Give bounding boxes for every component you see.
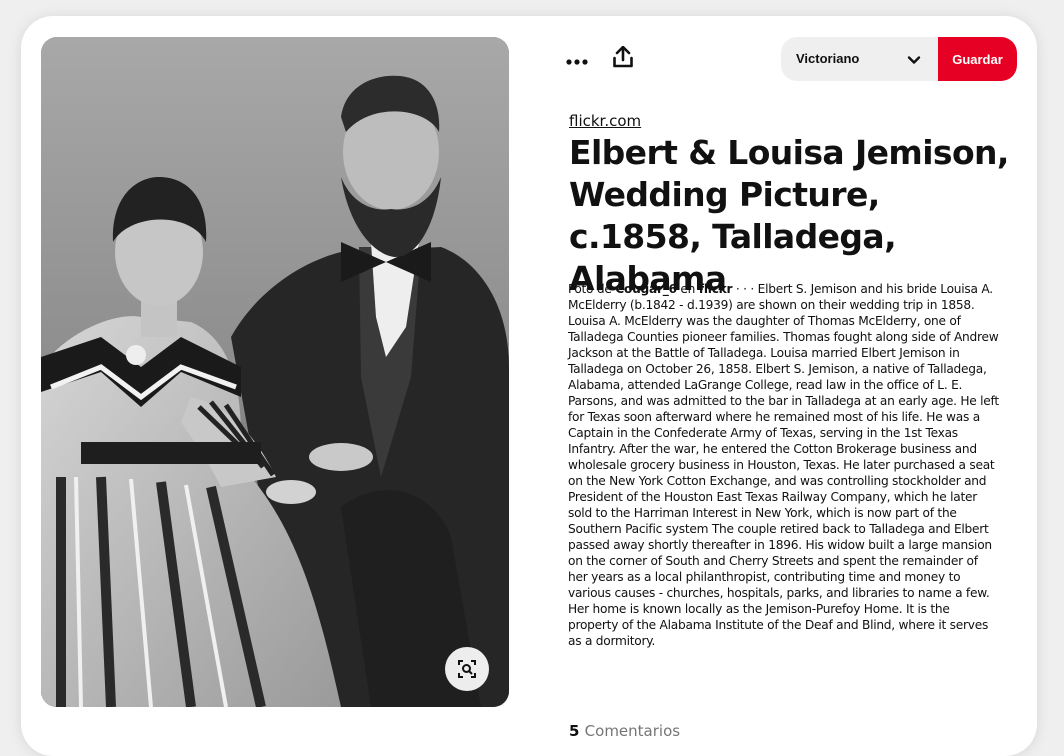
attribution-prefix: Foto de: [568, 282, 612, 296]
pin-title: Elbert & Louisa Jemison, Wedding Picture…: [569, 133, 1009, 298]
ellipsis-icon: [566, 50, 588, 69]
save-button[interactable]: Guardar: [938, 37, 1017, 81]
attribution-separator: · · ·: [735, 282, 755, 296]
pin-closeup-card: Victoriano Guardar flickr.com Elbert & L…: [21, 16, 1037, 756]
comments-count: 5: [569, 722, 580, 740]
site-link[interactable]: flickr: [699, 282, 733, 296]
visual-search-icon: [457, 659, 477, 679]
board-select[interactable]: Victoriano: [781, 37, 938, 81]
attribution-conjunction: en: [680, 282, 696, 296]
comments-label: Comentarios: [584, 722, 681, 740]
pin-image[interactable]: [41, 37, 509, 707]
more-options-button[interactable]: [555, 37, 599, 81]
share-button[interactable]: [601, 37, 645, 81]
description-text: Elbert S. Jemison and his bride Louisa A…: [568, 282, 999, 648]
share-upload-icon: [613, 45, 633, 72]
pin-description: Foto de Cougar_6 en flickr · · · Elbert …: [568, 281, 1000, 649]
board-select-value: Victoriano: [796, 51, 860, 66]
author-link[interactable]: Cougar_6: [615, 282, 677, 296]
source-link[interactable]: flickr.com: [569, 112, 641, 130]
pin-toolbar: Victoriano Guardar: [565, 37, 1017, 81]
comments-header[interactable]: 5 Comentarios: [569, 722, 680, 740]
wedding-photo: [41, 37, 509, 707]
visual-search-button[interactable]: [445, 647, 489, 691]
chevron-down-icon: [907, 52, 921, 71]
